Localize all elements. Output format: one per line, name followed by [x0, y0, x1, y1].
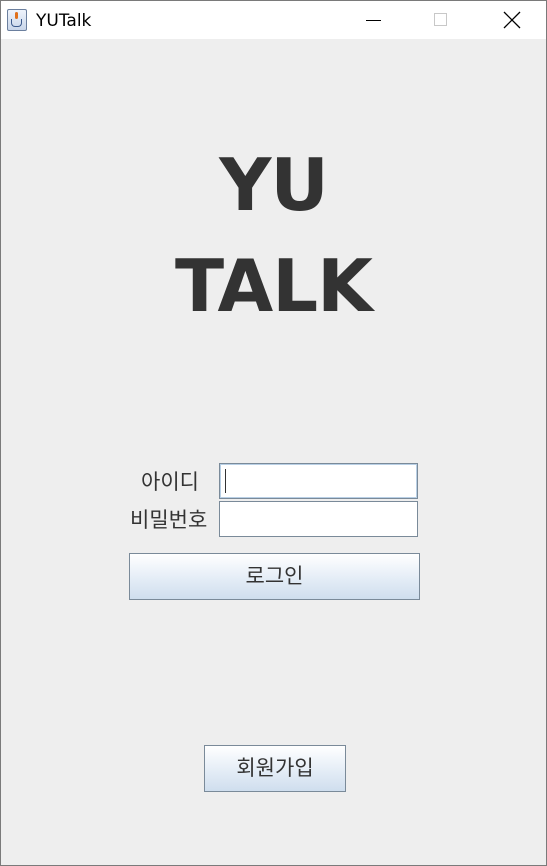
id-input[interactable] [219, 463, 418, 499]
id-label: 아이디 [141, 470, 199, 494]
close-button[interactable] [488, 1, 534, 39]
logo-text-line1: YU [219, 143, 329, 227]
maximize-icon [434, 13, 447, 26]
minimize-button[interactable] [350, 1, 396, 39]
signup-button[interactable]: 회원가입 [204, 745, 346, 792]
login-button[interactable]: 로그인 [129, 553, 420, 600]
window-title: YUTalk [36, 11, 92, 31]
java-cup-icon [7, 9, 27, 31]
app-window: YUTalk YU TALK 아이디 비밀번호 로그인 회원가입 [0, 0, 547, 866]
password-input[interactable] [219, 501, 418, 537]
close-icon [503, 11, 521, 29]
title-bar[interactable]: YUTalk [1, 1, 546, 39]
text-caret [225, 469, 226, 493]
minimize-icon [366, 20, 381, 21]
password-label: 비밀번호 [130, 508, 208, 532]
maximize-button[interactable] [418, 1, 464, 39]
logo-text-line2: TALK [175, 244, 373, 328]
